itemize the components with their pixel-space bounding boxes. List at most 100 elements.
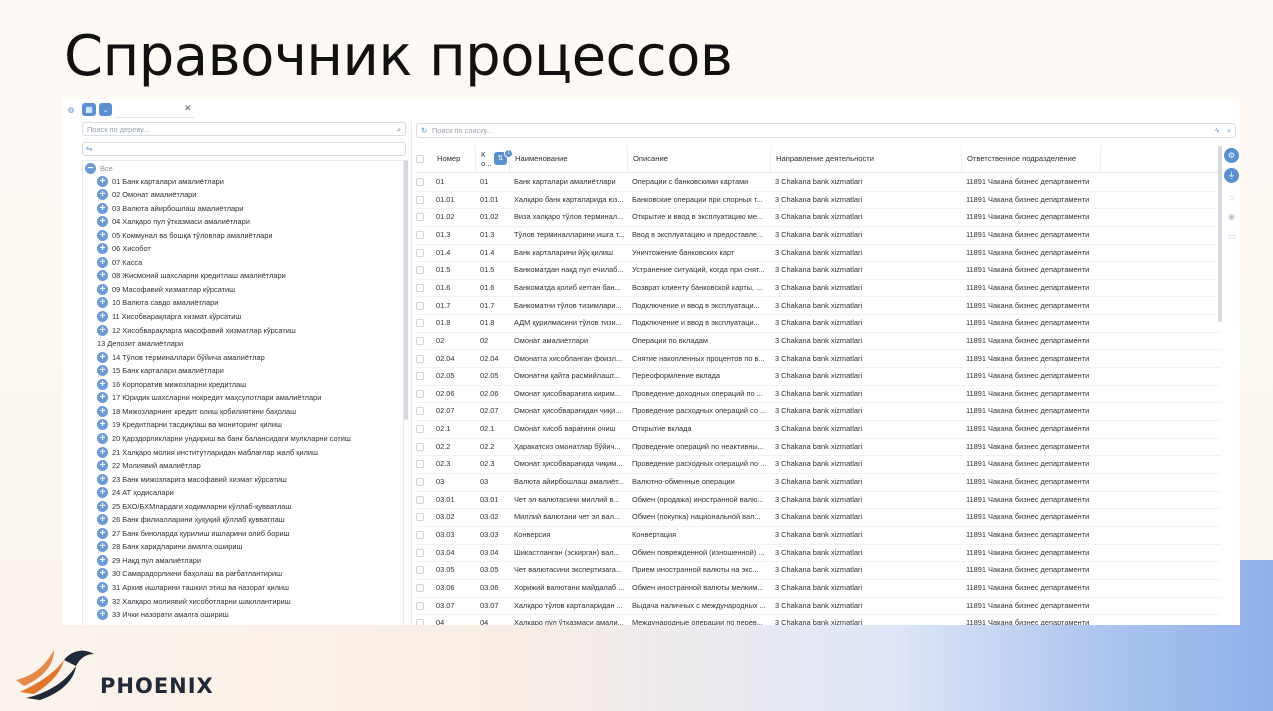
table-row[interactable]: 01.3 01.3 Тўлов терминалларини ишга т... Вв… bbox=[416, 226, 1221, 245]
search-icon[interactable]: ⌕ bbox=[1227, 124, 1231, 138]
expand-icon[interactable]: + bbox=[97, 270, 108, 282]
expand-icon[interactable]: + bbox=[97, 500, 108, 512]
row-checkbox[interactable] bbox=[416, 442, 424, 451]
table-row[interactable]: 03.02 03.02 Миллий валютани чет эл вал... О… bbox=[416, 508, 1221, 527]
expand-icon[interactable]: + bbox=[97, 392, 108, 404]
expand-icon[interactable]: + bbox=[97, 446, 108, 458]
row-checkbox[interactable] bbox=[416, 566, 424, 575]
lightning-icon[interactable]: ϟ bbox=[1215, 124, 1219, 138]
row-checkbox[interactable] bbox=[416, 230, 424, 239]
tree-item[interactable]: +29 Нақд пул амалиётлари bbox=[97, 554, 201, 566]
row-checkbox[interactable] bbox=[416, 336, 424, 345]
expand-icon[interactable]: + bbox=[97, 419, 108, 431]
column-header-direction[interactable]: Направление деятельности bbox=[771, 146, 962, 172]
row-checkbox[interactable] bbox=[416, 619, 424, 625]
list-search-input[interactable]: ↻ Поиск по списку... ϟ ⌕ bbox=[416, 123, 1236, 138]
expand-icon[interactable]: + bbox=[97, 460, 108, 472]
tree-item[interactable]: +31 Архив ишларини ташкил этиш ва назора… bbox=[97, 582, 289, 594]
row-checkbox[interactable] bbox=[416, 583, 424, 592]
row-checkbox[interactable] bbox=[416, 195, 424, 204]
expand-icon[interactable]: + bbox=[97, 229, 108, 241]
row-checkbox[interactable] bbox=[416, 478, 424, 487]
table-row[interactable]: 03.07 03.07 Халқаро тўлов карталаридан ...… bbox=[416, 597, 1221, 616]
row-checkbox[interactable] bbox=[416, 266, 424, 275]
tree-item[interactable]: +04 Халқаро пул ўтказмаси амалиётлари bbox=[97, 216, 250, 228]
expand-icon[interactable]: + bbox=[97, 256, 108, 268]
table-row[interactable]: 02.1 02.1 Омонат хисоб варағини очиш Открыт… bbox=[416, 420, 1221, 439]
table-row[interactable]: 02 02 Омонат амалиётлари Операции по вклада… bbox=[416, 332, 1221, 351]
expand-icon[interactable]: + bbox=[97, 175, 108, 187]
expand-icon[interactable]: + bbox=[97, 405, 108, 417]
row-checkbox[interactable] bbox=[416, 548, 424, 557]
expand-icon[interactable]: + bbox=[97, 311, 108, 322]
settings-icon[interactable]: ⚙ bbox=[1224, 148, 1239, 163]
expand-icon[interactable]: + bbox=[97, 283, 108, 295]
expand-icon[interactable]: + bbox=[97, 568, 108, 580]
tree-item[interactable]: +33 Ички назорати амалга ошириш bbox=[97, 609, 229, 621]
refresh-icon[interactable]: ↻ bbox=[421, 124, 427, 138]
row-checkbox[interactable] bbox=[416, 531, 424, 539]
table-scrollbar[interactable] bbox=[1218, 146, 1222, 322]
expand-icon[interactable]: + bbox=[97, 582, 108, 593]
tree-item[interactable]: +09 Масофавий хизматлар кўрсатиш bbox=[97, 283, 235, 295]
expand-icon[interactable]: + bbox=[97, 554, 108, 566]
table-row[interactable]: 01.6 01.6 Банкоматда қолиб кетган бан... Во… bbox=[416, 279, 1221, 298]
eye-icon[interactable]: ◉ bbox=[1224, 209, 1239, 224]
tree-view-icon[interactable]: ▦ bbox=[82, 103, 96, 116]
table-row[interactable]: 01.02 01.02 Виза халқаро тўлов терминал...… bbox=[416, 208, 1221, 227]
filter-icon[interactable]: ⏚ bbox=[1224, 168, 1239, 183]
search-icon[interactable]: ⌕ bbox=[397, 123, 401, 137]
column-header-name[interactable]: Наименование bbox=[510, 146, 628, 172]
table-row[interactable]: 02.04 02.04 Омонатга хисобланган фоизл... С… bbox=[416, 350, 1221, 369]
tree-item[interactable]: +01 Банк карталари амалиётлари bbox=[97, 175, 224, 187]
collapse-icon[interactable]: − bbox=[85, 163, 96, 174]
row-checkbox[interactable] bbox=[416, 407, 424, 416]
group-icon[interactable]: ⌂ bbox=[1224, 190, 1239, 205]
row-checkbox[interactable] bbox=[416, 178, 424, 186]
row-checkbox[interactable] bbox=[416, 213, 424, 222]
tree-item[interactable]: +19 Кредитларни тасдиқлаш ва мониторинг … bbox=[97, 419, 282, 431]
tree-root[interactable]: − Все bbox=[85, 163, 113, 174]
tree-item[interactable]: +27 Банк бинолардa қурилиш ишларини олиб… bbox=[97, 527, 290, 539]
table-row[interactable]: 03.04 03.04 Шикастланган (эскирган) вал...… bbox=[416, 544, 1221, 563]
close-icon[interactable]: ✕ bbox=[184, 103, 192, 114]
table-row[interactable]: 02.06 02.06 Омонат ҳисобварағига кирим... П… bbox=[416, 385, 1221, 404]
tree-item[interactable]: +30 Самарадорликни баҳолаш ва рағбатлант… bbox=[97, 568, 282, 580]
table-row[interactable]: 02.2 02.2 Ҳаракатсиз омонатлар бўйич... Про… bbox=[416, 438, 1221, 457]
grid-settings-icon[interactable]: ⚙ bbox=[65, 104, 77, 116]
tree-item[interactable]: +02 Омонат амалиётлари bbox=[97, 189, 196, 201]
expand-icon[interactable]: + bbox=[97, 378, 108, 390]
expand-icon[interactable]: + bbox=[97, 243, 108, 255]
tree-item[interactable]: +14 Тўлов терминаллари бўйича амалиётлар bbox=[97, 351, 265, 363]
tree-item[interactable]: +25 БХО/БХМлардаги ходимларни кўллаб-қув… bbox=[97, 500, 291, 512]
tree-item[interactable]: +22 Молиявий амалиётлар bbox=[97, 460, 201, 472]
tree-item[interactable]: +07 Касса bbox=[97, 256, 142, 268]
expand-icon[interactable]: + bbox=[97, 527, 108, 539]
expand-icon[interactable]: + bbox=[97, 202, 108, 214]
tree-item[interactable]: 13 Депозит амалиётлари bbox=[97, 338, 183, 350]
table-row[interactable]: 01.7 01.7 Банкоматни тўлов тизимлари... Под… bbox=[416, 297, 1221, 316]
chevron-down-icon[interactable]: ⌄ bbox=[99, 103, 112, 116]
tree-item[interactable]: +16 Корпоратив мижозларни кредитлаш bbox=[97, 378, 246, 390]
row-checkbox[interactable] bbox=[416, 495, 424, 504]
row-checkbox[interactable] bbox=[416, 513, 424, 522]
tree-filter-bar[interactable]: ⇋ bbox=[82, 142, 406, 156]
table-row[interactable]: 01.8 01.8 АДМ қурилмасини тўлов тизи... Под… bbox=[416, 314, 1221, 333]
table-row[interactable]: 01 01 Банк карталари амалиётлари Операции с… bbox=[416, 173, 1221, 192]
tree-item[interactable]: +20 Қарздорликларни ундириш ва банк бала… bbox=[97, 432, 351, 444]
tree-item[interactable]: +10 Валюта савдо амалиётлари bbox=[97, 297, 218, 309]
table-row[interactable]: 02.05 02.05 Омонатни қайта расмийлашт... Пе… bbox=[416, 367, 1221, 386]
expand-icon[interactable]: + bbox=[97, 609, 108, 621]
tree-item[interactable]: +12 Хисобварақларга масофавий хизматлар … bbox=[97, 324, 296, 336]
table-row[interactable]: 02.3 02.3 Омонат ҳисобварағида чиқим... Про… bbox=[416, 455, 1221, 474]
tree-item[interactable]: +32 Халқаро молиявий хисоботларни шаклла… bbox=[97, 595, 291, 607]
table-row[interactable]: 03 03 Валюта айирбошлаш амалиёт... Валютно-… bbox=[416, 473, 1221, 492]
row-checkbox[interactable] bbox=[416, 319, 424, 328]
tree-item[interactable]: +03 Валюта айирбошлаш амалиётлари bbox=[97, 202, 243, 214]
table-row[interactable]: 02.07 02.07 Омонат ҳисобварағидан чиқи... П… bbox=[416, 402, 1221, 422]
tree-item[interactable]: +08 Жисмоний шахсларни кредитлаш амалиёт… bbox=[97, 270, 286, 282]
tree-scrollbar[interactable] bbox=[404, 160, 408, 420]
tree-item[interactable]: +21 Халқаро молия институтларидан маблағ… bbox=[97, 446, 318, 458]
row-checkbox[interactable] bbox=[416, 372, 424, 381]
expand-icon[interactable]: + bbox=[97, 365, 108, 377]
